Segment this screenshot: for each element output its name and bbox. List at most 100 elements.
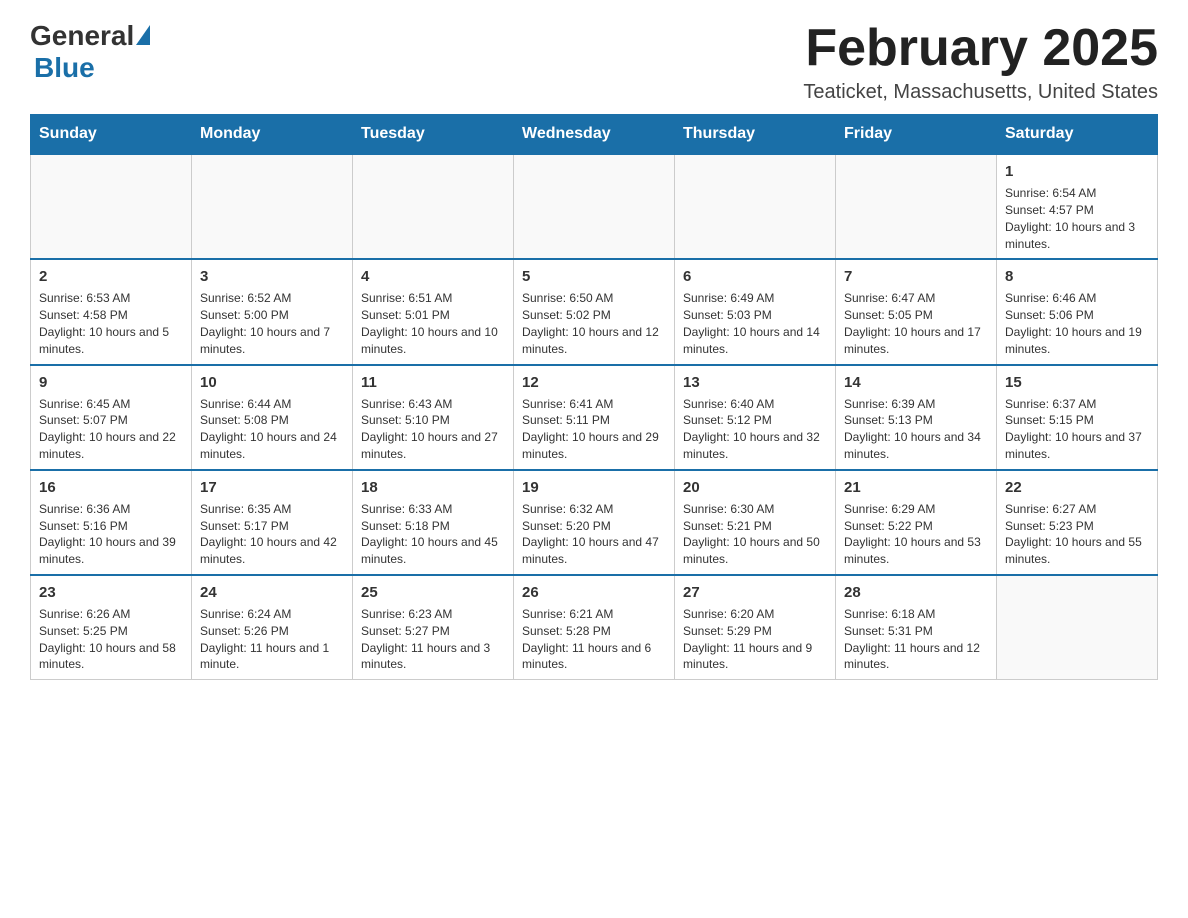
calendar-cell: 22 Sunrise: 6:27 AMSunset: 5:23 PMDayligh…: [997, 470, 1158, 575]
calendar-cell: 19 Sunrise: 6:32 AMSunset: 5:20 PMDayligh…: [514, 470, 675, 575]
day-info: Sunrise: 6:24 AMSunset: 5:26 PMDaylight:…: [200, 606, 344, 673]
day-info: Sunrise: 6:30 AMSunset: 5:21 PMDaylight:…: [683, 501, 827, 568]
column-header-tuesday: Tuesday: [353, 115, 514, 155]
month-title: February 2025: [803, 20, 1158, 77]
calendar-cell: 4Sunrise: 6:51 AMSunset: 5:01 PMDaylight…: [353, 259, 514, 364]
page-header: General Blue February 2025 Teaticket, Ma…: [30, 20, 1158, 104]
day-number: 27: [683, 582, 827, 603]
day-number: 17: [200, 477, 344, 498]
calendar-cell: 14 Sunrise: 6:39 AMSunset: 5:13 PMDayligh…: [836, 365, 997, 470]
day-number: 25: [361, 582, 505, 603]
day-info: Sunrise: 6:36 AMSunset: 5:16 PMDaylight:…: [39, 501, 183, 568]
day-info: Sunrise: 6:18 AMSunset: 5:31 PMDaylight:…: [844, 606, 988, 673]
calendar-cell: 28 Sunrise: 6:18 AMSunset: 5:31 PMDayligh…: [836, 575, 997, 680]
day-info: Sunrise: 6:21 AMSunset: 5:28 PMDaylight:…: [522, 606, 666, 673]
calendar-cell: 18Sunrise: 6:33 AMSunset: 5:18 PMDayligh…: [353, 470, 514, 575]
day-number: 26: [522, 582, 666, 603]
calendar-cell: 15Sunrise: 6:37 AMSunset: 5:15 PMDayligh…: [997, 365, 1158, 470]
day-number: 22: [1005, 477, 1149, 498]
calendar-cell: 21 Sunrise: 6:29 AMSunset: 5:22 PMDayligh…: [836, 470, 997, 575]
logo-general-label: General: [30, 20, 134, 52]
day-info: Sunrise: 6:32 AMSunset: 5:20 PMDaylight:…: [522, 501, 666, 568]
column-header-wednesday: Wednesday: [514, 115, 675, 155]
day-info: Sunrise: 6:23 AMSunset: 5:27 PMDaylight:…: [361, 606, 505, 673]
calendar-cell: 5 Sunrise: 6:50 AMSunset: 5:02 PMDaylight…: [514, 259, 675, 364]
day-number: 10: [200, 372, 344, 393]
calendar-week-row: 16 Sunrise: 6:36 AMSunset: 5:16 PMDayligh…: [31, 470, 1158, 575]
day-number: 6: [683, 266, 827, 287]
day-info: Sunrise: 6:44 AMSunset: 5:08 PMDaylight:…: [200, 396, 344, 463]
calendar-cell: 17 Sunrise: 6:35 AMSunset: 5:17 PMDayligh…: [192, 470, 353, 575]
day-number: 16: [39, 477, 183, 498]
day-info: Sunrise: 6:46 AMSunset: 5:06 PMDaylight:…: [1005, 290, 1149, 357]
day-info: Sunrise: 6:27 AMSunset: 5:23 PMDaylight:…: [1005, 501, 1149, 568]
day-info: Sunrise: 6:43 AMSunset: 5:10 PMDaylight:…: [361, 396, 505, 463]
day-info: Sunrise: 6:35 AMSunset: 5:17 PMDaylight:…: [200, 501, 344, 568]
day-info: Sunrise: 6:52 AMSunset: 5:00 PMDaylight:…: [200, 290, 344, 357]
day-number: 14: [844, 372, 988, 393]
day-number: 7: [844, 266, 988, 287]
day-number: 1: [1005, 161, 1149, 182]
day-number: 18: [361, 477, 505, 498]
calendar-cell: 9 Sunrise: 6:45 AMSunset: 5:07 PMDaylight…: [31, 365, 192, 470]
logo-blue-label: Blue: [34, 52, 95, 83]
day-number: 23: [39, 582, 183, 603]
calendar-week-row: 23Sunrise: 6:26 AMSunset: 5:25 PMDayligh…: [31, 575, 1158, 680]
day-info: Sunrise: 6:49 AMSunset: 5:03 PMDaylight:…: [683, 290, 827, 357]
day-number: 19: [522, 477, 666, 498]
calendar-cell: 7 Sunrise: 6:47 AMSunset: 5:05 PMDaylight…: [836, 259, 997, 364]
logo-general-text: General: [30, 20, 150, 52]
day-number: 21: [844, 477, 988, 498]
day-number: 8: [1005, 266, 1149, 287]
calendar-cell: [353, 154, 514, 259]
calendar-cell: [836, 154, 997, 259]
calendar-cell: 1 Sunrise: 6:54 AMSunset: 4:57 PMDaylight…: [997, 154, 1158, 259]
calendar-week-row: 1 Sunrise: 6:54 AMSunset: 4:57 PMDaylight…: [31, 154, 1158, 259]
calendar-week-row: 9 Sunrise: 6:45 AMSunset: 5:07 PMDaylight…: [31, 365, 1158, 470]
day-info: Sunrise: 6:41 AMSunset: 5:11 PMDaylight:…: [522, 396, 666, 463]
day-number: 4: [361, 266, 505, 287]
day-info: Sunrise: 6:45 AMSunset: 5:07 PMDaylight:…: [39, 396, 183, 463]
day-number: 11: [361, 372, 505, 393]
logo: General Blue: [30, 20, 150, 84]
calendar-cell: [514, 154, 675, 259]
day-number: 3: [200, 266, 344, 287]
day-info: Sunrise: 6:39 AMSunset: 5:13 PMDaylight:…: [844, 396, 988, 463]
day-number: 28: [844, 582, 988, 603]
calendar-cell: 20 Sunrise: 6:30 AMSunset: 5:21 PMDayligh…: [675, 470, 836, 575]
day-info: Sunrise: 6:54 AMSunset: 4:57 PMDaylight:…: [1005, 185, 1149, 252]
location-subtitle: Teaticket, Massachusetts, United States: [803, 81, 1158, 104]
day-number: 20: [683, 477, 827, 498]
day-number: 24: [200, 582, 344, 603]
day-number: 9: [39, 372, 183, 393]
column-header-thursday: Thursday: [675, 115, 836, 155]
calendar-cell: [192, 154, 353, 259]
calendar-cell: 2 Sunrise: 6:53 AMSunset: 4:58 PMDaylight…: [31, 259, 192, 364]
calendar-cell: 11 Sunrise: 6:43 AMSunset: 5:10 PMDayligh…: [353, 365, 514, 470]
calendar-table: SundayMondayTuesdayWednesdayThursdayFrid…: [30, 114, 1158, 680]
calendar-cell: 8 Sunrise: 6:46 AMSunset: 5:06 PMDaylight…: [997, 259, 1158, 364]
calendar-cell: 23Sunrise: 6:26 AMSunset: 5:25 PMDayligh…: [31, 575, 192, 680]
day-number: 15: [1005, 372, 1149, 393]
calendar-cell: 25 Sunrise: 6:23 AMSunset: 5:27 PMDayligh…: [353, 575, 514, 680]
calendar-cell: 10 Sunrise: 6:44 AMSunset: 5:08 PMDayligh…: [192, 365, 353, 470]
day-info: Sunrise: 6:47 AMSunset: 5:05 PMDaylight:…: [844, 290, 988, 357]
column-header-monday: Monday: [192, 115, 353, 155]
calendar-cell: [675, 154, 836, 259]
day-number: 12: [522, 372, 666, 393]
calendar-cell: [997, 575, 1158, 680]
calendar-cell: 12 Sunrise: 6:41 AMSunset: 5:11 PMDayligh…: [514, 365, 675, 470]
day-info: Sunrise: 6:40 AMSunset: 5:12 PMDaylight:…: [683, 396, 827, 463]
day-info: Sunrise: 6:29 AMSunset: 5:22 PMDaylight:…: [844, 501, 988, 568]
title-area: February 2025 Teaticket, Massachusetts, …: [803, 20, 1158, 104]
day-info: Sunrise: 6:50 AMSunset: 5:02 PMDaylight:…: [522, 290, 666, 357]
day-info: Sunrise: 6:53 AMSunset: 4:58 PMDaylight:…: [39, 290, 183, 357]
calendar-cell: 26 Sunrise: 6:21 AMSunset: 5:28 PMDayligh…: [514, 575, 675, 680]
calendar-cell: 27Sunrise: 6:20 AMSunset: 5:29 PMDayligh…: [675, 575, 836, 680]
day-number: 2: [39, 266, 183, 287]
calendar-header-row: SundayMondayTuesdayWednesdayThursdayFrid…: [31, 115, 1158, 155]
column-header-saturday: Saturday: [997, 115, 1158, 155]
calendar-cell: [31, 154, 192, 259]
day-number: 5: [522, 266, 666, 287]
calendar-cell: 16 Sunrise: 6:36 AMSunset: 5:16 PMDayligh…: [31, 470, 192, 575]
